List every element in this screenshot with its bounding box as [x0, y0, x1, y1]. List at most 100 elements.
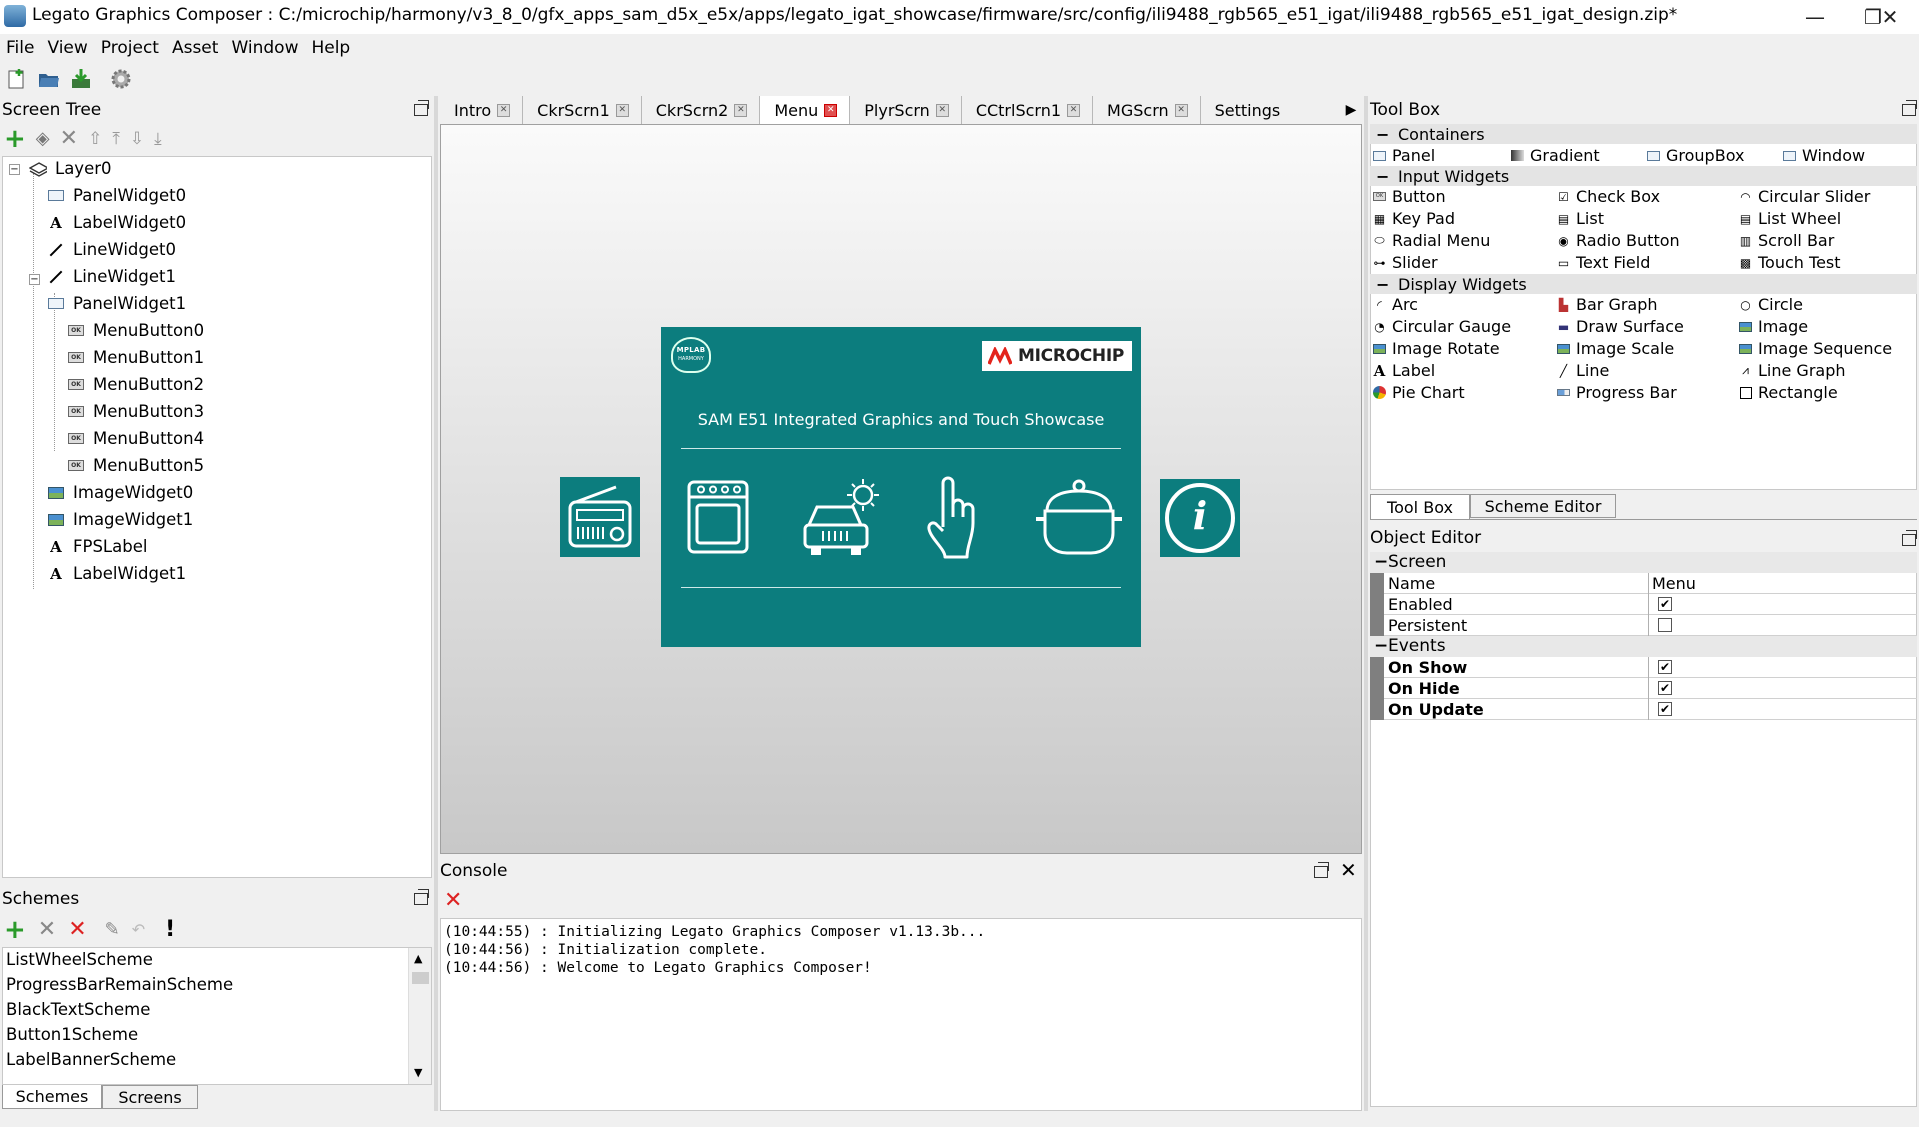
tab-scroll-right-icon[interactable]: ▶ — [1342, 96, 1360, 124]
scheme-list-scrollbar[interactable]: ▲ ▼ — [408, 948, 431, 1084]
tool-line[interactable]: ╱ Line — [1556, 361, 1609, 380]
move-top-icon[interactable]: ⤒ — [112, 129, 120, 149]
delete-widget-icon[interactable]: ✕ — [60, 126, 78, 151]
tab-schemes[interactable]: Schemes — [2, 1085, 102, 1109]
close-tab-icon[interactable]: ✕ — [615, 103, 629, 117]
close-window-button[interactable]: ✕ — [1861, 0, 1919, 34]
on-update-checkbox[interactable]: ✔ — [1658, 702, 1672, 716]
tree-item-imagewidget0[interactable]: ImageWidget0 — [47, 483, 193, 502]
close-tab-icon[interactable]: ✕ — [1174, 103, 1188, 117]
property-on-update-row[interactable]: On Update ✔ — [1370, 699, 1917, 720]
tab-ckrscrn1[interactable]: CkrScrn1 ✕ — [523, 96, 642, 124]
menu-button-pot[interactable] — [1033, 477, 1125, 557]
tool-gradient[interactable]: Gradient — [1510, 146, 1600, 165]
tool-slider[interactable]: ⊶ Slider — [1372, 253, 1438, 272]
scrollbar-thumb[interactable] — [412, 972, 429, 984]
scheme-item[interactable]: LabelBannerScheme — [6, 1050, 176, 1069]
tool-list-wheel[interactable]: ▤ List Wheel — [1738, 209, 1841, 228]
open-project-icon[interactable] — [36, 66, 62, 92]
tool-rectangle[interactable]: Rectangle — [1738, 383, 1838, 402]
close-tab-icon[interactable]: ✕ — [1067, 103, 1081, 117]
tab-cctrlscrn1[interactable]: CCtrlScrn1 ✕ — [962, 96, 1094, 124]
tool-list[interactable]: ▤ List — [1556, 209, 1604, 228]
clear-console-icon[interactable]: ✕ — [444, 888, 462, 913]
tree-item-labelwidget1[interactable]: A LabelWidget1 — [47, 564, 186, 583]
scroll-down-arrow-icon[interactable]: ▼ — [414, 1066, 422, 1079]
collapse-layer0-toggle[interactable]: − — [9, 164, 20, 175]
tool-image-sequence[interactable]: Image Sequence — [1738, 339, 1892, 358]
remove-scheme-icon[interactable]: ✕ — [38, 917, 56, 942]
radio-image-widget[interactable] — [560, 477, 640, 557]
tool-arc[interactable]: ◜ Arc — [1372, 295, 1418, 314]
tree-item-imagewidget1[interactable]: ImageWidget1 — [47, 510, 193, 529]
tree-item-layer0[interactable]: Layer0 — [29, 159, 112, 178]
section-screen[interactable]: − Screen — [1370, 552, 1917, 573]
tree-item-linewidget1[interactable]: LineWidget1 — [47, 267, 176, 286]
tool-radio-button[interactable]: ◉ Radio Button — [1556, 231, 1679, 250]
tab-mgscrn[interactable]: MGScrn ✕ — [1093, 96, 1201, 124]
tool-bar-graph[interactable]: ▙ Bar Graph — [1556, 295, 1658, 314]
tool-progress-bar[interactable]: Progress Bar — [1556, 383, 1677, 402]
edit-scheme-icon[interactable]: ✎ — [105, 919, 120, 940]
tab-tool-box[interactable]: Tool Box — [1370, 494, 1470, 520]
menu-screen-panel[interactable]: MPLAB HARMONY MICROCHIP SAM E51 Integrat… — [661, 327, 1141, 647]
minimize-button[interactable]: — — [1786, 0, 1844, 34]
tool-touch-test[interactable]: ▩ Touch Test — [1738, 253, 1841, 272]
move-bottom-icon[interactable]: ⤓ — [154, 129, 162, 149]
menu-button-oven[interactable] — [685, 477, 751, 557]
category-input-widgets[interactable]: − Input Widgets — [1370, 166, 1917, 186]
tree-item-panelwidget1[interactable]: PanelWidget1 — [47, 294, 186, 313]
new-project-icon[interactable] — [4, 66, 30, 92]
name-value[interactable]: Menu — [1652, 574, 1696, 593]
add-scheme-icon[interactable]: + — [4, 917, 26, 943]
on-hide-checkbox[interactable]: ✔ — [1658, 681, 1672, 695]
tree-item-labelwidget0[interactable]: A LabelWidget0 — [47, 213, 186, 232]
tool-image[interactable]: Image — [1738, 317, 1808, 336]
tool-circular-gauge[interactable]: ◔ Circular Gauge — [1372, 317, 1511, 336]
tool-label[interactable]: A Label — [1372, 361, 1436, 380]
float-panel-icon[interactable] — [1902, 530, 1917, 546]
tab-settings[interactable]: Settings — [1201, 96, 1293, 124]
tab-ckrscrn2[interactable]: CkrScrn2 ✕ — [642, 96, 761, 124]
menu-asset[interactable]: Asset — [166, 34, 225, 64]
tool-image-scale[interactable]: Image Scale — [1556, 339, 1674, 358]
tree-item-menubutton2[interactable]: OK MenuButton2 — [67, 375, 204, 394]
enabled-checkbox[interactable]: ✔ — [1658, 597, 1672, 611]
tool-panel[interactable]: Panel — [1372, 146, 1435, 165]
tab-screens[interactable]: Screens — [102, 1085, 198, 1109]
property-on-hide-row[interactable]: On Hide ✔ — [1370, 678, 1917, 699]
settings-gear-icon[interactable] — [108, 66, 134, 92]
layer-stack-icon[interactable]: ◈ — [36, 128, 50, 149]
tool-line-graph[interactable]: ⩘ Line Graph — [1738, 361, 1845, 380]
close-tab-icon[interactable]: ✕ — [824, 103, 838, 117]
tab-plyrscrn[interactable]: PlyrScrn ✕ — [850, 96, 962, 124]
save-project-icon[interactable] — [68, 66, 94, 92]
scheme-item[interactable]: BlackTextScheme — [6, 1000, 150, 1019]
tool-text-field[interactable]: ▭ Text Field — [1556, 253, 1651, 272]
info-image-widget[interactable]: i — [1160, 479, 1240, 557]
add-widget-icon[interactable]: + — [4, 126, 26, 152]
tree-item-menubutton0[interactable]: OK MenuButton0 — [67, 321, 204, 340]
float-panel-icon[interactable] — [1314, 862, 1329, 878]
property-enabled-row[interactable]: Enabled ✔ — [1370, 594, 1917, 615]
scroll-up-arrow-icon[interactable]: ▲ — [414, 952, 422, 965]
tab-intro[interactable]: Intro ✕ — [440, 96, 524, 124]
close-tab-icon[interactable]: ✕ — [734, 103, 748, 117]
tool-key-pad[interactable]: ▦ Key Pad — [1372, 209, 1455, 228]
tree-item-menubutton3[interactable]: OK MenuButton3 — [67, 402, 204, 421]
tool-groupbox[interactable]: GroupBox — [1646, 146, 1744, 165]
scheme-item[interactable]: Button1Scheme — [6, 1025, 138, 1044]
property-persistent-row[interactable]: Persistent — [1370, 615, 1917, 636]
menu-file[interactable]: File — [0, 34, 41, 64]
tab-scheme-editor[interactable]: Scheme Editor — [1470, 494, 1616, 518]
tool-scroll-bar[interactable]: ▥ Scroll Bar — [1738, 231, 1834, 250]
tool-image-rotate[interactable]: Image Rotate — [1372, 339, 1500, 358]
close-tab-icon[interactable]: ✕ — [935, 103, 949, 117]
menu-button-car[interactable] — [801, 475, 881, 557]
undo-scheme-icon[interactable]: ↶ — [132, 920, 145, 939]
move-down-icon[interactable]: ⇩ — [130, 129, 144, 149]
tool-window[interactable]: Window — [1782, 146, 1865, 165]
move-up-icon[interactable]: ⇧ — [88, 129, 102, 149]
tool-pie-chart[interactable]: Pie Chart — [1372, 383, 1465, 402]
category-display-widgets[interactable]: − Display Widgets — [1370, 274, 1917, 294]
